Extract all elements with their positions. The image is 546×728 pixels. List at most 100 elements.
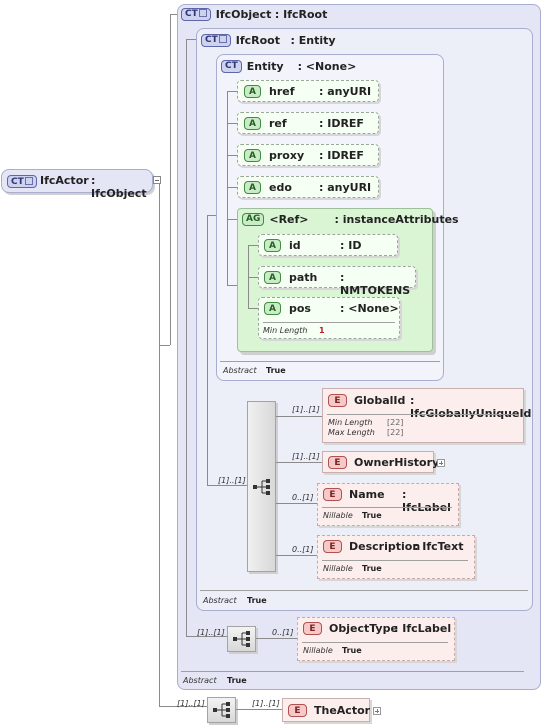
separator <box>200 590 528 591</box>
attribute-icon: A <box>264 239 281 252</box>
collapse-icon[interactable] <box>153 176 161 184</box>
ifcobject-header[interactable]: CT IfcObject : IfcRoot <box>181 6 327 22</box>
connector-line <box>227 187 237 188</box>
sequence-cardinality: [1]..[1] <box>197 628 225 637</box>
sequence-compositor[interactable] <box>227 626 256 652</box>
sequence-icon <box>253 479 270 495</box>
attribute-ref[interactable]: A ref : IDREF <box>237 112 379 134</box>
sequence-icon <box>213 702 230 718</box>
separator <box>327 414 517 415</box>
attribute-name: edo <box>269 181 292 194</box>
attribute-proxy[interactable]: A proxy : IDREF <box>237 144 379 166</box>
element-cardinality: 0..[1] <box>272 628 294 637</box>
attribute-group-header[interactable]: AG <Ref> : instanceAttributes <box>242 211 459 227</box>
property-label: Nillable <box>303 646 333 655</box>
connector-line <box>227 285 237 286</box>
complex-type-icon: CT <box>201 33 231 47</box>
element-icon: E <box>303 622 322 635</box>
sequence-compositor[interactable] <box>247 401 276 572</box>
element-globalid[interactable]: E GlobalId : IfcGloballyUniqueId Min Len… <box>322 388 531 443</box>
complex-type-icon: CT <box>7 175 37 188</box>
expand-icon[interactable] <box>437 459 445 467</box>
element-ownerhistory[interactable]: E OwnerHistory <box>322 451 439 473</box>
abstract-value: True <box>247 596 267 605</box>
property-value: True <box>362 564 382 573</box>
connector-line <box>236 709 282 710</box>
connector-line <box>248 245 258 246</box>
attribute-type: : NMTOKENS <box>340 271 411 297</box>
attribute-path[interactable]: A path : NMTOKENS <box>258 266 416 297</box>
attribute-icon: A <box>244 181 261 194</box>
element-type: : IfcText <box>414 540 464 553</box>
sequence-icon <box>233 631 250 647</box>
connector-line <box>276 555 317 556</box>
connector-line <box>227 91 237 92</box>
element-icon: E <box>328 394 347 407</box>
connector-line <box>227 219 237 220</box>
ifcobject-type: : IfcRoot <box>274 7 328 21</box>
element-name: ObjectType <box>329 622 398 635</box>
element-cardinality: 0..[1] <box>292 545 314 554</box>
connector-line <box>276 503 317 504</box>
separator <box>322 560 468 561</box>
element-cardinality: [1]..[1] <box>292 452 320 461</box>
connector-line <box>276 416 322 417</box>
connector-line <box>227 155 237 156</box>
separator <box>220 361 440 362</box>
attribute-edo[interactable]: A edo : anyURI <box>237 176 379 198</box>
connector-line <box>186 39 187 636</box>
element-description[interactable]: E Description : IfcText Nillable True <box>317 535 475 579</box>
attribute-name: path <box>289 271 318 284</box>
connector-line <box>248 308 258 309</box>
connector-line <box>159 180 160 706</box>
attribute-name: id <box>289 239 301 252</box>
attribute-icon: A <box>244 117 261 130</box>
element-name: OwnerHistory <box>354 456 440 469</box>
element-name-field[interactable]: E Name : IfcLabel Nillable True <box>317 483 459 526</box>
attribute-group-type: : instanceAttributes <box>334 212 459 226</box>
property-label: Nillable <box>323 511 353 520</box>
attribute-icon: A <box>264 271 281 284</box>
element-name: Name <box>349 488 385 501</box>
element-icon: E <box>288 704 307 717</box>
attribute-name: ref <box>269 117 287 130</box>
separator <box>181 671 524 672</box>
connector-line <box>227 123 237 124</box>
entity-header[interactable]: CT Entity : <None> <box>221 58 356 74</box>
element-name: Description <box>349 540 421 553</box>
entity-type: : <None> <box>297 59 357 73</box>
ifcobject-name: IfcObject <box>215 7 272 21</box>
attribute-id[interactable]: A id : ID <box>258 234 398 256</box>
attribute-icon: A <box>244 149 261 162</box>
abstract-label: Abstract <box>183 676 217 685</box>
sequence-compositor[interactable] <box>207 697 236 723</box>
property-value: True <box>362 511 382 520</box>
ifcactor-node[interactable]: CT IfcActor : IfcObject <box>1 169 153 200</box>
sequence-cardinality: [1]..[1] <box>218 476 246 485</box>
element-objecttype[interactable]: E ObjectType : IfcLabel Nillable True <box>297 617 455 661</box>
attribute-pos[interactable]: A pos : <None> Min Length 1 <box>258 297 400 339</box>
ifcactor-type: : IfcObject <box>91 174 147 200</box>
connector-line <box>207 485 247 486</box>
property-value: True <box>342 646 362 655</box>
connector-line <box>227 91 228 285</box>
attribute-href[interactable]: A href : anyURI <box>237 80 379 102</box>
element-theactor[interactable]: E TheActor <box>282 698 370 722</box>
attribute-type: : ID <box>340 239 362 252</box>
abstract-label: Abstract <box>223 366 257 375</box>
attribute-name: proxy <box>269 149 305 162</box>
abstract-value: True <box>227 676 247 685</box>
connector-line <box>276 462 322 463</box>
connector-line <box>159 345 170 346</box>
expand-icon[interactable] <box>373 707 381 715</box>
attribute-type: : IDREF <box>319 117 364 130</box>
separator <box>263 322 395 323</box>
element-icon: E <box>323 488 342 501</box>
attribute-type: : anyURI <box>319 85 372 98</box>
ifcroot-header[interactable]: CT IfcRoot : Entity <box>201 32 336 48</box>
property-label: Max Length <box>328 428 375 437</box>
element-icon: E <box>328 456 347 469</box>
attribute-icon: A <box>244 85 261 98</box>
abstract-label: Abstract <box>203 596 237 605</box>
property-value: 1 <box>319 326 325 335</box>
